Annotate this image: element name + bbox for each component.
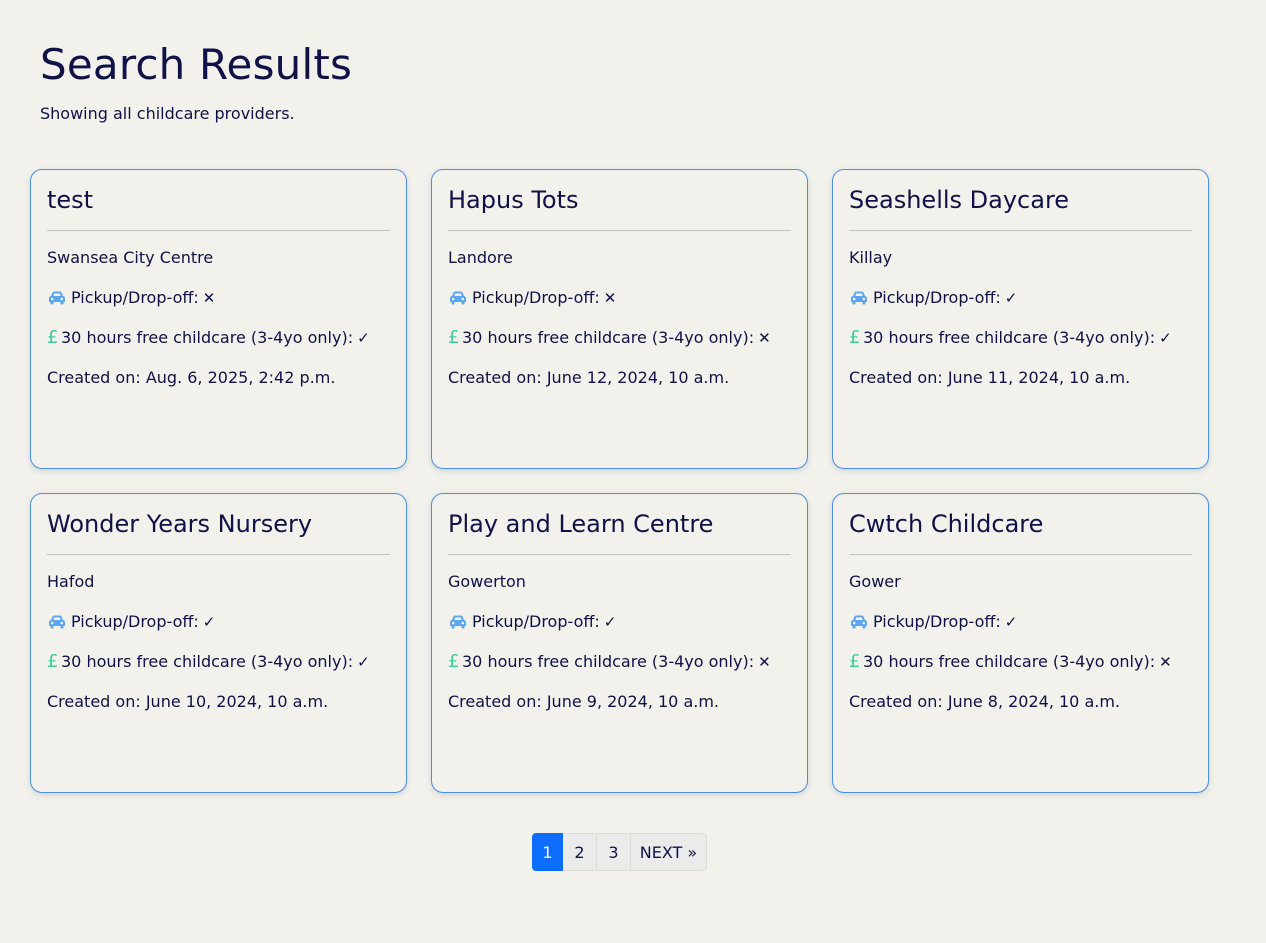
cross-icon: ✕ <box>202 289 216 307</box>
provider-location: Gowerton <box>448 572 526 591</box>
created-row: Created on: June 12, 2024, 10 a.m. <box>448 368 791 388</box>
pickup-label: Pickup/Drop-off: <box>472 612 600 631</box>
page-button-3[interactable]: 3 <box>597 833 631 871</box>
created-label: Created on: <box>47 368 141 387</box>
created-date: June 12, 2024, 10 a.m. <box>546 368 730 387</box>
car-icon <box>448 290 468 306</box>
pickup-label: Pickup/Drop-off: <box>873 288 1001 307</box>
cross-icon: ✕ <box>758 653 771 671</box>
page: Search Results Showing all childcare pro… <box>0 0 1266 943</box>
pound-icon: £ <box>448 651 460 672</box>
free-hours-row: £30 hours free childcare (3-4yo only): ✕ <box>448 328 791 348</box>
provider-name: Hapus Tots <box>448 184 791 231</box>
provider-grid: test Swansea City Centre Pickup/Drop-off: ✕… <box>30 169 1209 793</box>
free-hours-label: 30 hours free childcare (3-4yo only): <box>863 328 1156 347</box>
created-date: June 9, 2024, 10 a.m. <box>546 692 720 711</box>
car-icon <box>47 290 67 306</box>
check-icon: ✓ <box>1004 613 1018 631</box>
free-hours-label: 30 hours free childcare (3-4yo only): <box>61 652 354 671</box>
free-hours-label: 30 hours free childcare (3-4yo only): <box>61 328 354 347</box>
page-title: Search Results <box>40 40 353 89</box>
pickup-row: Pickup/Drop-off: ✕ <box>47 288 390 308</box>
provider-location-row: Killay <box>849 248 1192 268</box>
pickup-row: Pickup/Drop-off: ✓ <box>47 612 390 632</box>
provider-card[interactable]: Wonder Years Nursery Hafod Pickup/Drop-off… <box>30 493 407 793</box>
pound-icon: £ <box>47 651 59 672</box>
pickup-label: Pickup/Drop-off: <box>472 288 600 307</box>
provider-card[interactable]: Seashells Daycare Killay Pickup/Drop-off: ✓… <box>832 169 1209 469</box>
car-icon <box>448 614 468 630</box>
pound-icon: £ <box>47 327 59 348</box>
provider-name: Wonder Years Nursery <box>47 508 390 555</box>
free-hours-row: £30 hours free childcare (3-4yo only): ✓ <box>849 328 1192 348</box>
provider-card[interactable]: Cwtch Childcare Gower Pickup/Drop-off: ✓ £30… <box>832 493 1209 793</box>
car-icon <box>849 614 869 630</box>
created-label: Created on: <box>448 692 542 711</box>
check-icon: ✓ <box>357 653 370 671</box>
provider-location: Killay <box>849 248 893 267</box>
pound-icon: £ <box>448 327 460 348</box>
created-label: Created on: <box>448 368 542 387</box>
created-label: Created on: <box>849 368 943 387</box>
check-icon: ✓ <box>603 613 617 631</box>
free-hours-label: 30 hours free childcare (3-4yo only): <box>462 652 755 671</box>
created-date: June 11, 2024, 10 a.m. <box>947 368 1131 387</box>
pound-icon: £ <box>849 651 861 672</box>
cross-icon: ✕ <box>758 329 771 347</box>
created-row: Created on: June 11, 2024, 10 a.m. <box>849 368 1192 388</box>
provider-name: Cwtch Childcare <box>849 508 1192 555</box>
free-hours-label: 30 hours free childcare (3-4yo only): <box>462 328 755 347</box>
provider-location-row: Swansea City Centre <box>47 248 390 268</box>
provider-card[interactable]: test Swansea City Centre Pickup/Drop-off: ✕… <box>30 169 407 469</box>
car-icon <box>47 614 67 630</box>
check-icon: ✓ <box>1159 329 1172 347</box>
created-row: Created on: June 9, 2024, 10 a.m. <box>448 692 791 712</box>
cross-icon: ✕ <box>1159 653 1172 671</box>
next-page-button[interactable]: NEXT » <box>631 833 707 871</box>
page-button-1[interactable]: 1 <box>532 833 563 871</box>
pagination: 1 2 3 NEXT » <box>532 833 707 871</box>
pickup-row: Pickup/Drop-off: ✓ <box>849 288 1192 308</box>
pickup-row: Pickup/Drop-off: ✓ <box>448 612 791 632</box>
provider-location-row: Landore <box>448 248 791 268</box>
provider-location: Swansea City Centre <box>47 248 214 267</box>
created-label: Created on: <box>47 692 141 711</box>
page-button-2[interactable]: 2 <box>563 833 597 871</box>
created-date: Aug. 6, 2025, 2:42 p.m. <box>145 368 336 387</box>
provider-location-row: Hafod <box>47 572 390 592</box>
provider-name: test <box>47 184 390 231</box>
free-hours-row: £30 hours free childcare (3-4yo only): ✓ <box>47 652 390 672</box>
provider-card[interactable]: Hapus Tots Landore Pickup/Drop-off: ✕ £30 ho… <box>431 169 808 469</box>
provider-name: Play and Learn Centre <box>448 508 791 555</box>
created-date: June 10, 2024, 10 a.m. <box>145 692 329 711</box>
provider-location-row: Gower <box>849 572 1192 592</box>
check-icon: ✓ <box>357 329 370 347</box>
provider-name: Seashells Daycare <box>849 184 1192 231</box>
created-date: June 8, 2024, 10 a.m. <box>947 692 1121 711</box>
pickup-row: Pickup/Drop-off: ✕ <box>448 288 791 308</box>
created-row: Created on: June 10, 2024, 10 a.m. <box>47 692 390 712</box>
free-hours-row: £30 hours free childcare (3-4yo only): ✓ <box>47 328 390 348</box>
provider-location-row: Gowerton <box>448 572 791 592</box>
pickup-label: Pickup/Drop-off: <box>71 612 199 631</box>
provider-location: Landore <box>448 248 513 267</box>
check-icon: ✓ <box>1004 289 1018 307</box>
pickup-row: Pickup/Drop-off: ✓ <box>849 612 1192 632</box>
free-hours-row: £30 hours free childcare (3-4yo only): ✕ <box>448 652 791 672</box>
free-hours-row: £30 hours free childcare (3-4yo only): ✕ <box>849 652 1192 672</box>
cross-icon: ✕ <box>603 289 617 307</box>
provider-card[interactable]: Play and Learn Centre Gowerton Pickup/Drop… <box>431 493 808 793</box>
check-icon: ✓ <box>202 613 216 631</box>
page-subtitle: Showing all childcare providers. <box>40 104 295 123</box>
provider-location: Gower <box>849 572 901 591</box>
car-icon <box>849 290 869 306</box>
created-row: Created on: Aug. 6, 2025, 2:42 p.m. <box>47 368 390 388</box>
created-label: Created on: <box>849 692 943 711</box>
pound-icon: £ <box>849 327 861 348</box>
created-row: Created on: June 8, 2024, 10 a.m. <box>849 692 1192 712</box>
pickup-label: Pickup/Drop-off: <box>873 612 1001 631</box>
pickup-label: Pickup/Drop-off: <box>71 288 199 307</box>
provider-location: Hafod <box>47 572 95 591</box>
free-hours-label: 30 hours free childcare (3-4yo only): <box>863 652 1156 671</box>
